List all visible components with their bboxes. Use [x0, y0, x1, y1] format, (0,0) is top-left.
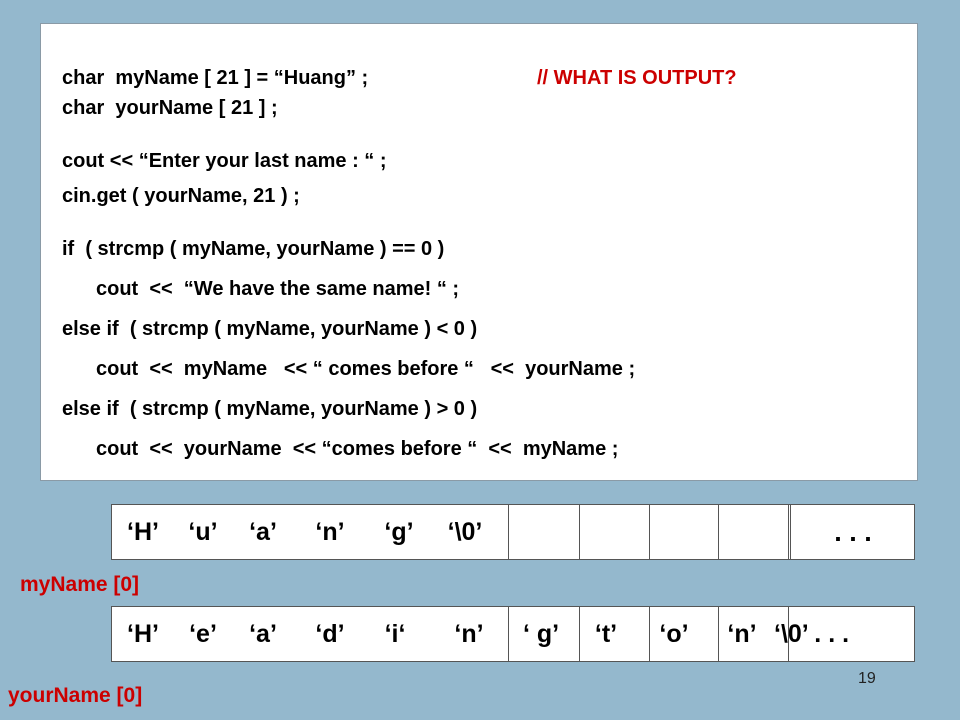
code-line-2: char yourName [ 21 ] ; — [62, 97, 278, 119]
slide-number: 19 — [858, 670, 876, 687]
yourname-cell-7: ‘t’ — [594, 620, 618, 648]
yourname-cell-8: ‘o’ — [659, 620, 689, 648]
cell-divider — [508, 505, 509, 559]
myname-cell-2: ‘a’ — [249, 518, 277, 546]
myname-cell-5: ‘\0’ — [447, 518, 483, 546]
code-panel: char myName [ 21 ] = “Huang” ; // WHAT IS… — [40, 23, 918, 481]
myname-cell-1: ‘u’ — [188, 518, 218, 546]
yourname-cell-0: ‘H’ — [127, 620, 159, 648]
cell-divider — [718, 607, 719, 661]
yourname-cell-3: ‘d’ — [315, 620, 345, 648]
code-line-10: cout << yourName << “comes before “ << m… — [96, 438, 619, 460]
yourname-char-array: ‘H’ ‘e’ ‘a’ ‘d’ ‘i‘ ‘n’ ‘ g’ ‘t’ ‘o’ ‘n’… — [111, 606, 915, 662]
myname-label: myName [0] — [20, 573, 140, 596]
cell-divider — [788, 505, 789, 559]
code-line-9: else if ( strcmp ( myName, yourName ) > … — [62, 398, 478, 420]
yourname-cell-2: ‘a’ — [249, 620, 277, 648]
cell-divider — [790, 505, 791, 559]
cell-divider — [579, 607, 580, 661]
cell-divider — [649, 607, 650, 661]
code-line-4: cin.get ( yourName, 21 ) ; — [62, 185, 300, 207]
myname-cell-3: ‘n’ — [315, 518, 345, 546]
myname-cell-4: ‘g’ — [384, 518, 414, 546]
yourname-cell-9: ‘n’ — [727, 620, 757, 648]
cell-divider — [649, 505, 650, 559]
code-line-7: else if ( strcmp ( myName, yourName ) < … — [62, 318, 478, 340]
yourname-label: yourName [0] — [8, 684, 143, 707]
myname-cell-0: ‘H’ — [127, 518, 159, 546]
cell-divider — [788, 607, 789, 661]
yourname-cell-5: ‘n’ — [454, 620, 484, 648]
code-comment: // WHAT IS OUTPUT? — [537, 67, 737, 89]
code-line-1-text: char myName [ 21 ] = “Huang” ; — [62, 67, 369, 89]
myname-char-array: ‘H’ ‘u’ ‘a’ ‘n’ ‘g’ ‘\0’ . . . — [111, 504, 915, 560]
code-line-5: if ( strcmp ( myName, yourName ) == 0 ) — [62, 238, 445, 260]
cell-divider — [579, 505, 580, 559]
yourname-cell-4: ‘i‘ — [384, 620, 406, 648]
cell-divider — [718, 505, 719, 559]
yourname-cell-1: ‘e’ — [189, 620, 217, 648]
code-line-1: char myName [ 21 ] = “Huang” ; // WHAT IS… — [62, 66, 737, 90]
myname-ellipsis: . . . — [834, 517, 872, 547]
cell-divider — [508, 607, 509, 661]
code-line-8: cout << myName << “ comes before “ << yo… — [96, 358, 636, 380]
yourname-cell-6: ‘ g’ — [522, 620, 560, 648]
code-line-3: cout << “Enter your last name : “ ; — [62, 150, 387, 172]
code-line-6: cout << “We have the same name! “ ; — [96, 278, 460, 300]
yourname-cell-10: ‘\0’ . . . — [774, 620, 850, 648]
